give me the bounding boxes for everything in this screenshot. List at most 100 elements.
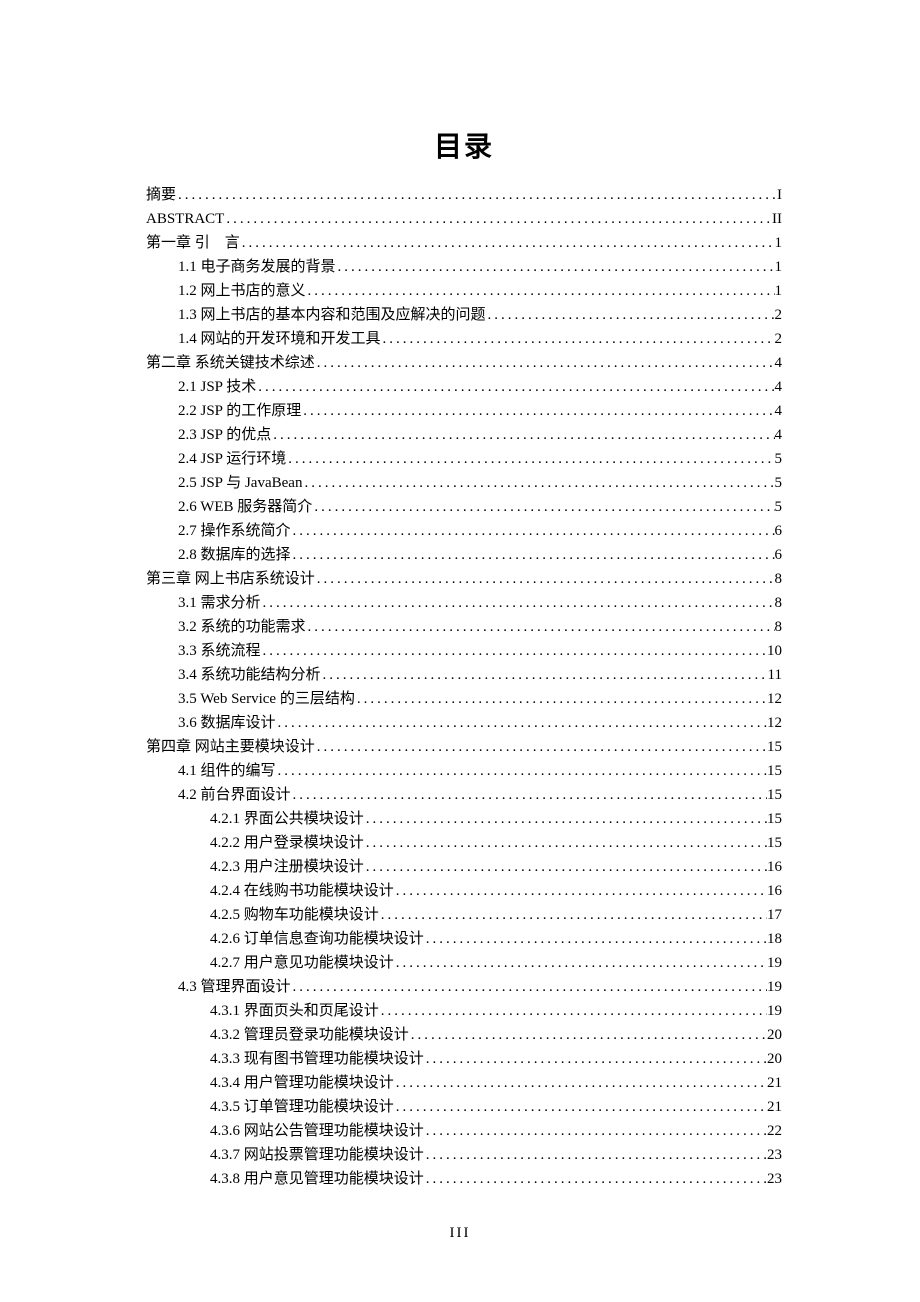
toc-entry-label: 3.1 需求分析 [178,591,261,615]
toc-entry: 4.3.1 界面页头和页尾设计19 [210,999,782,1023]
toc-entry-page: 16 [767,879,782,903]
toc-entry: 4.2.1 界面公共模块设计15 [210,807,782,831]
toc-entry-label: 4.2.2 用户登录模块设计 [210,831,364,855]
toc-entry-label: 1.4 网站的开发环境和开发工具 [178,327,381,351]
toc-entry-page: 15 [767,831,782,855]
toc-dots [394,951,767,975]
toc-title: 目录 [146,125,782,165]
toc-entry: 4.3.5 订单管理功能模块设计21 [210,1095,782,1119]
toc-dots [291,783,767,807]
toc-dots [302,471,774,495]
toc-entry: 4.1 组件的编写 15 [178,759,782,783]
toc-entry-label: 4.3.4 用户管理功能模块设计 [210,1071,394,1095]
toc-entry: 4.3.3 现有图书管理功能模块设计20 [210,1047,782,1071]
toc-entry-page: 15 [767,783,782,807]
toc-dots [321,663,768,687]
toc-entry: 1.2 网上书店的意义 1 [178,279,782,303]
toc-dots [355,687,767,711]
toc-entry: 4.3.6 网站公告管理功能模块设计22 [210,1119,782,1143]
toc-entry-page: 23 [767,1167,782,1191]
toc-dots [364,855,767,879]
toc-entry-label: 4.2.1 界面公共模块设计 [210,807,364,831]
toc-dots [291,543,775,567]
toc-entry: 4.2.4 在线购书功能模块设计 16 [210,879,782,903]
toc-entry-label: 4.2.3 用户注册模块设计 [210,855,364,879]
toc-entry-label: 2.1 JSP 技术 [178,375,256,399]
toc-entry-label: 3.3 系统流程 [178,639,261,663]
toc-dots [261,639,767,663]
toc-dots [381,327,775,351]
toc-dots [424,1143,767,1167]
toc-dots [315,735,767,759]
toc-entry-label: 2.3 JSP 的优点 [178,423,271,447]
toc-dots [486,303,775,327]
toc-entry-page: 4 [775,399,783,423]
toc-dots [409,1023,767,1047]
toc-entry: 4.2.3 用户注册模块设计 16 [210,855,782,879]
toc-entry-label: 4.2.6 订单信息查询功能模块设计 [210,927,424,951]
toc-entry-page: 18 [767,927,782,951]
toc-dots [424,1047,767,1071]
toc-entry-page: 21 [767,1071,782,1095]
toc-entry-label: 4.3.2 管理员登录功能模块设计 [210,1023,409,1047]
toc-entry: 2.6 WEB 服务器简介 5 [178,495,782,519]
toc-entry-label: 4.1 组件的编写 [178,759,276,783]
toc-entry: 第四章 网站主要模块设计15 [146,735,782,759]
toc-dots [176,183,777,207]
toc-entry-label: 第二章 系统关键技术综述 [146,351,315,375]
toc-entry-label: 4.3.8 用户意见管理功能模块设计 [210,1167,424,1191]
toc-entry-page: 5 [775,495,783,519]
toc-dots [306,615,775,639]
toc-entry-label: 4.3.7 网站投票管理功能模块设计 [210,1143,424,1167]
toc-entry: 摘要I [146,183,782,207]
toc-entry-page: 16 [767,855,782,879]
toc-entry-page: I [777,183,782,207]
toc-entry-label: 3.6 数据库设计 [178,711,276,735]
toc-entry-page: 23 [767,1143,782,1167]
toc-entry-page: 17 [767,903,782,927]
toc-entry-page: 5 [775,471,783,495]
toc-dots [261,591,775,615]
toc-entry-label: 4.2.4 在线购书功能模块设计 [210,879,394,903]
toc-entry: 第二章 系统关键技术综述4 [146,351,782,375]
toc-dots [306,279,775,303]
toc-entry-label: ABSTRACT [146,207,224,231]
toc-entry: 4.2.5 购物车功能模块设计17 [210,903,782,927]
toc-entry-label: 4.2.7 用户意见功能模块设计 [210,951,394,975]
toc-dots [424,1167,767,1191]
toc-entry-page: 15 [767,735,782,759]
toc-entry: 2.8 数据库的选择6 [178,543,782,567]
toc-dots [336,255,775,279]
toc-entry: 1.3 网上书店的基本内容和范围及应解决的问题2 [178,303,782,327]
toc-entry-label: 2.8 数据库的选择 [178,543,291,567]
toc-entry-page: 5 [775,447,783,471]
toc-entry-label: 2.6 WEB 服务器简介 [178,495,312,519]
toc-entry-label: 1.2 网上书店的意义 [178,279,306,303]
toc-entry-label: 4.2 前台界面设计 [178,783,291,807]
toc-entry-page: 20 [767,1047,782,1071]
toc-dots [379,999,767,1023]
toc-entry-page: 12 [767,687,782,711]
toc-entry-label: 1.1 电子商务发展的背景 [178,255,336,279]
toc-entry-page: 10 [767,639,782,663]
toc-entry-page: 12 [767,711,782,735]
toc-entry: 3.4 系统功能结构分析 11 [178,663,782,687]
toc-dots [286,447,774,471]
toc-entry-page: 19 [767,951,782,975]
toc-entry-page: 11 [768,663,782,687]
toc-entry-page: 1 [775,231,783,255]
toc-entry-page: 15 [767,759,782,783]
toc-dots [394,879,767,903]
toc-dots [364,807,767,831]
toc-entry: 4.3.8 用户意见管理功能模块设计 23 [210,1167,782,1191]
toc-entry: 2.4 JSP 运行环境5 [178,447,782,471]
toc-entry: 3.6 数据库设计 12 [178,711,782,735]
toc-entry-page: 2 [775,327,783,351]
toc-dots [224,207,772,231]
toc-entry-page: 8 [775,615,783,639]
toc-entry: 4.3.4 用户管理功能模块设计 21 [210,1071,782,1095]
toc-entry: 3.3 系统流程 10 [178,639,782,663]
toc-entry-label: 2.5 JSP 与 JavaBean [178,471,302,495]
toc-entry-page: 1 [775,279,783,303]
toc-entry-label: 3.4 系统功能结构分析 [178,663,321,687]
